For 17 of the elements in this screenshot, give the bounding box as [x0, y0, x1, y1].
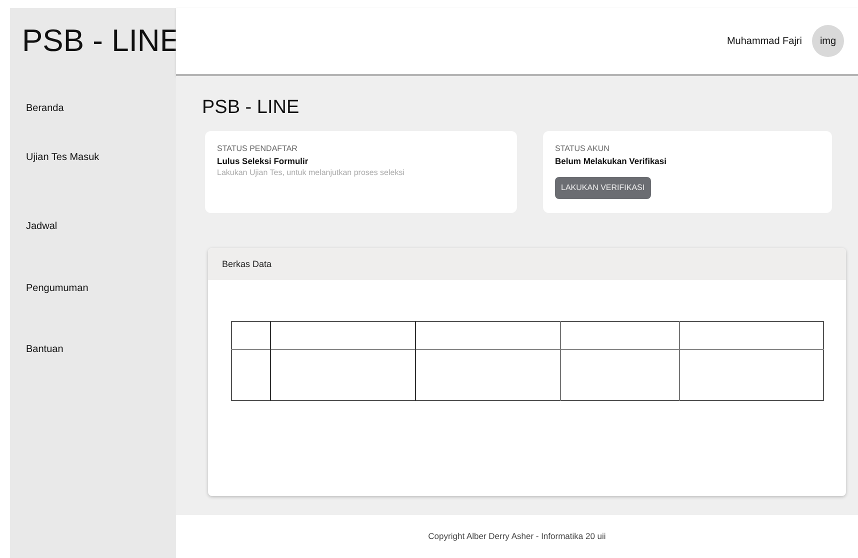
verify-button[interactable]: LAKUKAN VERIFIKASI: [555, 177, 651, 200]
card-heading: STATUS AKUN: [555, 142, 610, 154]
card-title: Berkas Data: [222, 258, 272, 268]
hint-text: Lakukan Ujian Tes, untuk melanjutkan proses seleksi: [217, 167, 405, 180]
logo-text: PSB - LINE: [22, 22, 180, 60]
sidebar-item[interactable]: Jadwal: [10, 219, 176, 234]
status-text: Lulus Seleksi Formulir: [217, 154, 308, 168]
page-title: PSB - LINE: [202, 96, 300, 120]
sidebar-item[interactable]: Pengumuman: [10, 281, 176, 296]
card-heading: STATUS PENDAFTAR: [217, 142, 298, 154]
user-name: Muhammad Fajri: [726, 34, 802, 48]
sidebar-item[interactable]: Bantuan: [10, 342, 176, 358]
sidebar-item[interactable]: Ujian Tes Masuk: [10, 150, 176, 166]
sidebar-item[interactable]: Beranda: [10, 101, 176, 116]
status-text: Belum Melakukan Verifikasi: [555, 154, 666, 168]
footer-text: Copyright Alber Derry Asher - Informatika 20 uii: [428, 530, 606, 543]
avatar[interactable]: img: [812, 25, 844, 57]
